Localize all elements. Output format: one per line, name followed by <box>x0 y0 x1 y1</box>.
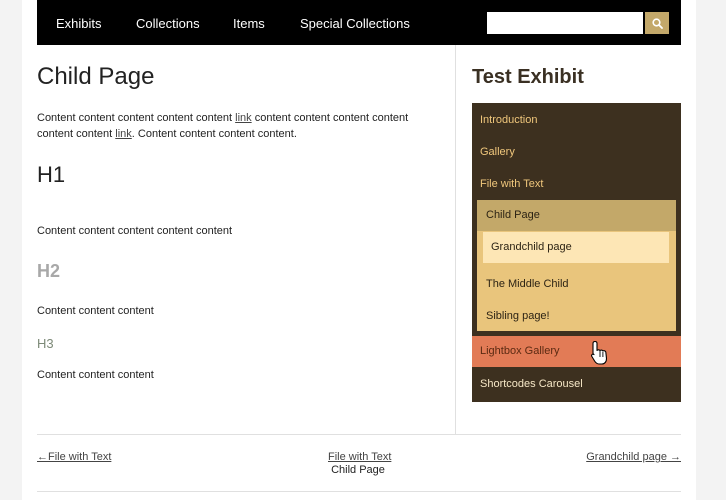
exhibit-title: Test Exhibit <box>472 66 584 88</box>
column-divider <box>455 45 456 434</box>
nav-special-collections[interactable]: Special Collections <box>300 16 410 31</box>
page-title: Child Page <box>37 63 155 90</box>
pager-parent-link[interactable]: File with Text <box>328 451 391 463</box>
exhibit-nav-shortcodes-carousel[interactable]: Shortcodes Carousel <box>472 367 681 402</box>
content-paragraph-2: Content content content content content <box>37 225 233 237</box>
exhibit-page-nav: Introduction Gallery File with Text Chil… <box>472 103 681 402</box>
nav-collections[interactable]: Collections <box>136 16 200 31</box>
content-link-1[interactable]: link <box>235 112 252 124</box>
exhibit-nav-gallery[interactable]: Gallery <box>472 136 681 168</box>
pager-top-rule <box>37 434 681 435</box>
search-button[interactable] <box>645 12 669 34</box>
pager-previous-link[interactable]: ←File with Text <box>37 451 111 463</box>
top-navigation-bar: Exhibits Collections Items Special Colle… <box>37 0 681 45</box>
exhibit-subpages-panel: Child Page Grandchild page The Middle Ch… <box>477 200 676 331</box>
exhibit-nav-lightbox-gallery[interactable]: Lightbox Gallery <box>472 336 681 367</box>
intro-text-1: Content content content content content <box>37 112 236 124</box>
search-icon <box>651 17 663 29</box>
intro-text-3: . Content content content content. <box>131 128 297 140</box>
intro-paragraph: Content content content content content … <box>37 110 427 142</box>
content-paragraph-3: Content content content <box>37 305 154 317</box>
heading-h3: H3 <box>37 336 54 351</box>
content-link-2[interactable]: link <box>115 128 132 140</box>
heading-h2: H2 <box>37 261 61 281</box>
nav-exhibits[interactable]: Exhibits <box>56 16 102 31</box>
exhibit-nav-file-with-text[interactable]: File with Text <box>472 168 681 200</box>
nav-items[interactable]: Items <box>233 16 265 31</box>
content-paragraph-4: Content content content <box>37 369 154 381</box>
pager-next-link[interactable]: Grandchild page → <box>582 451 681 463</box>
pager-bottom-rule <box>37 491 681 492</box>
hand-pointer-cursor-icon <box>591 340 608 365</box>
page-container: Exhibits Collections Items Special Colle… <box>22 0 696 500</box>
exhibit-nav-child-page[interactable]: Child Page <box>477 200 676 231</box>
exhibit-nav-sibling-page[interactable]: Sibling page! <box>477 300 676 332</box>
exhibit-nav-introduction[interactable]: Introduction <box>472 104 681 136</box>
pager-current-page: Child Page <box>331 464 385 476</box>
exhibit-nav-middle-child[interactable]: The Middle Child <box>477 268 676 300</box>
heading-h1: H1 <box>37 162 66 187</box>
search-input[interactable] <box>487 12 643 34</box>
exhibit-nav-grandchild-page[interactable]: Grandchild page <box>483 232 669 263</box>
